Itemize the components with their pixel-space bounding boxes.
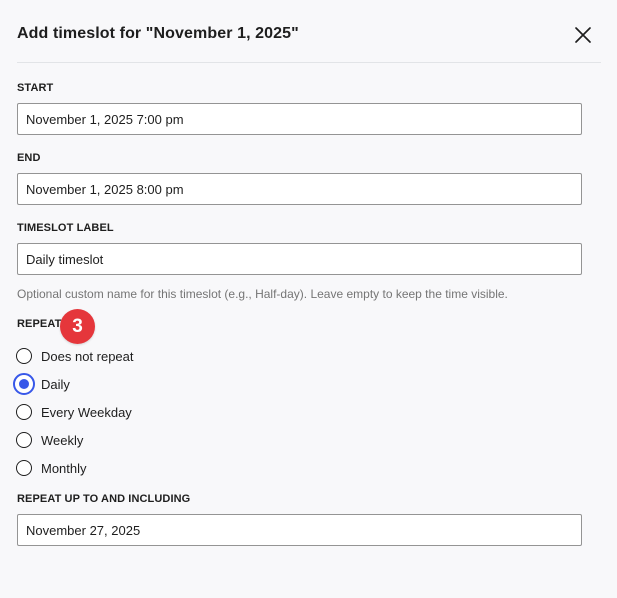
radio-label: Weekly — [41, 432, 84, 448]
radio-button[interactable] — [16, 432, 32, 448]
step-badge: 3 — [60, 309, 95, 344]
start-input[interactable] — [17, 103, 582, 135]
repeat-option-every-weekday[interactable]: Every Weekday — [14, 400, 214, 424]
end-label: END — [17, 152, 41, 164]
repeat-until-label: REPEAT UP TO AND INCLUDING — [17, 493, 191, 505]
radio-label: Does not repeat — [41, 348, 134, 364]
radio-button[interactable] — [16, 348, 32, 364]
timeslot-label-help: Optional custom name for this timeslot (… — [17, 287, 508, 301]
end-input[interactable] — [17, 173, 582, 205]
repeat-option-daily[interactable]: Daily — [13, 372, 214, 396]
repeat-label: REPEAT — [17, 318, 62, 330]
dialog-header: Add timeslot for "November 1, 2025" — [17, 0, 601, 63]
timeslot-label-input[interactable] — [17, 243, 582, 275]
start-label: START — [17, 82, 54, 94]
radio-label: Monthly — [41, 460, 87, 476]
radio-label: Daily — [41, 376, 70, 392]
add-timeslot-dialog: Add timeslot for "November 1, 2025" STAR… — [0, 0, 617, 598]
radio-button[interactable] — [16, 460, 32, 476]
close-icon — [575, 27, 591, 43]
timeslot-label-label: TIMESLOT LABEL — [17, 222, 114, 234]
repeat-option-weekly[interactable]: Weekly — [14, 428, 214, 452]
repeat-until-input[interactable] — [17, 514, 582, 546]
radio-label: Every Weekday — [41, 404, 132, 420]
radio-button[interactable] — [16, 404, 32, 420]
repeat-option-monthly[interactable]: Monthly — [14, 456, 214, 480]
dialog-title: Add timeslot for "November 1, 2025" — [17, 25, 299, 42]
close-button[interactable] — [573, 25, 593, 45]
repeat-option-does-not-repeat[interactable]: Does not repeat — [14, 344, 214, 368]
radio-button-checked[interactable] — [13, 373, 35, 395]
